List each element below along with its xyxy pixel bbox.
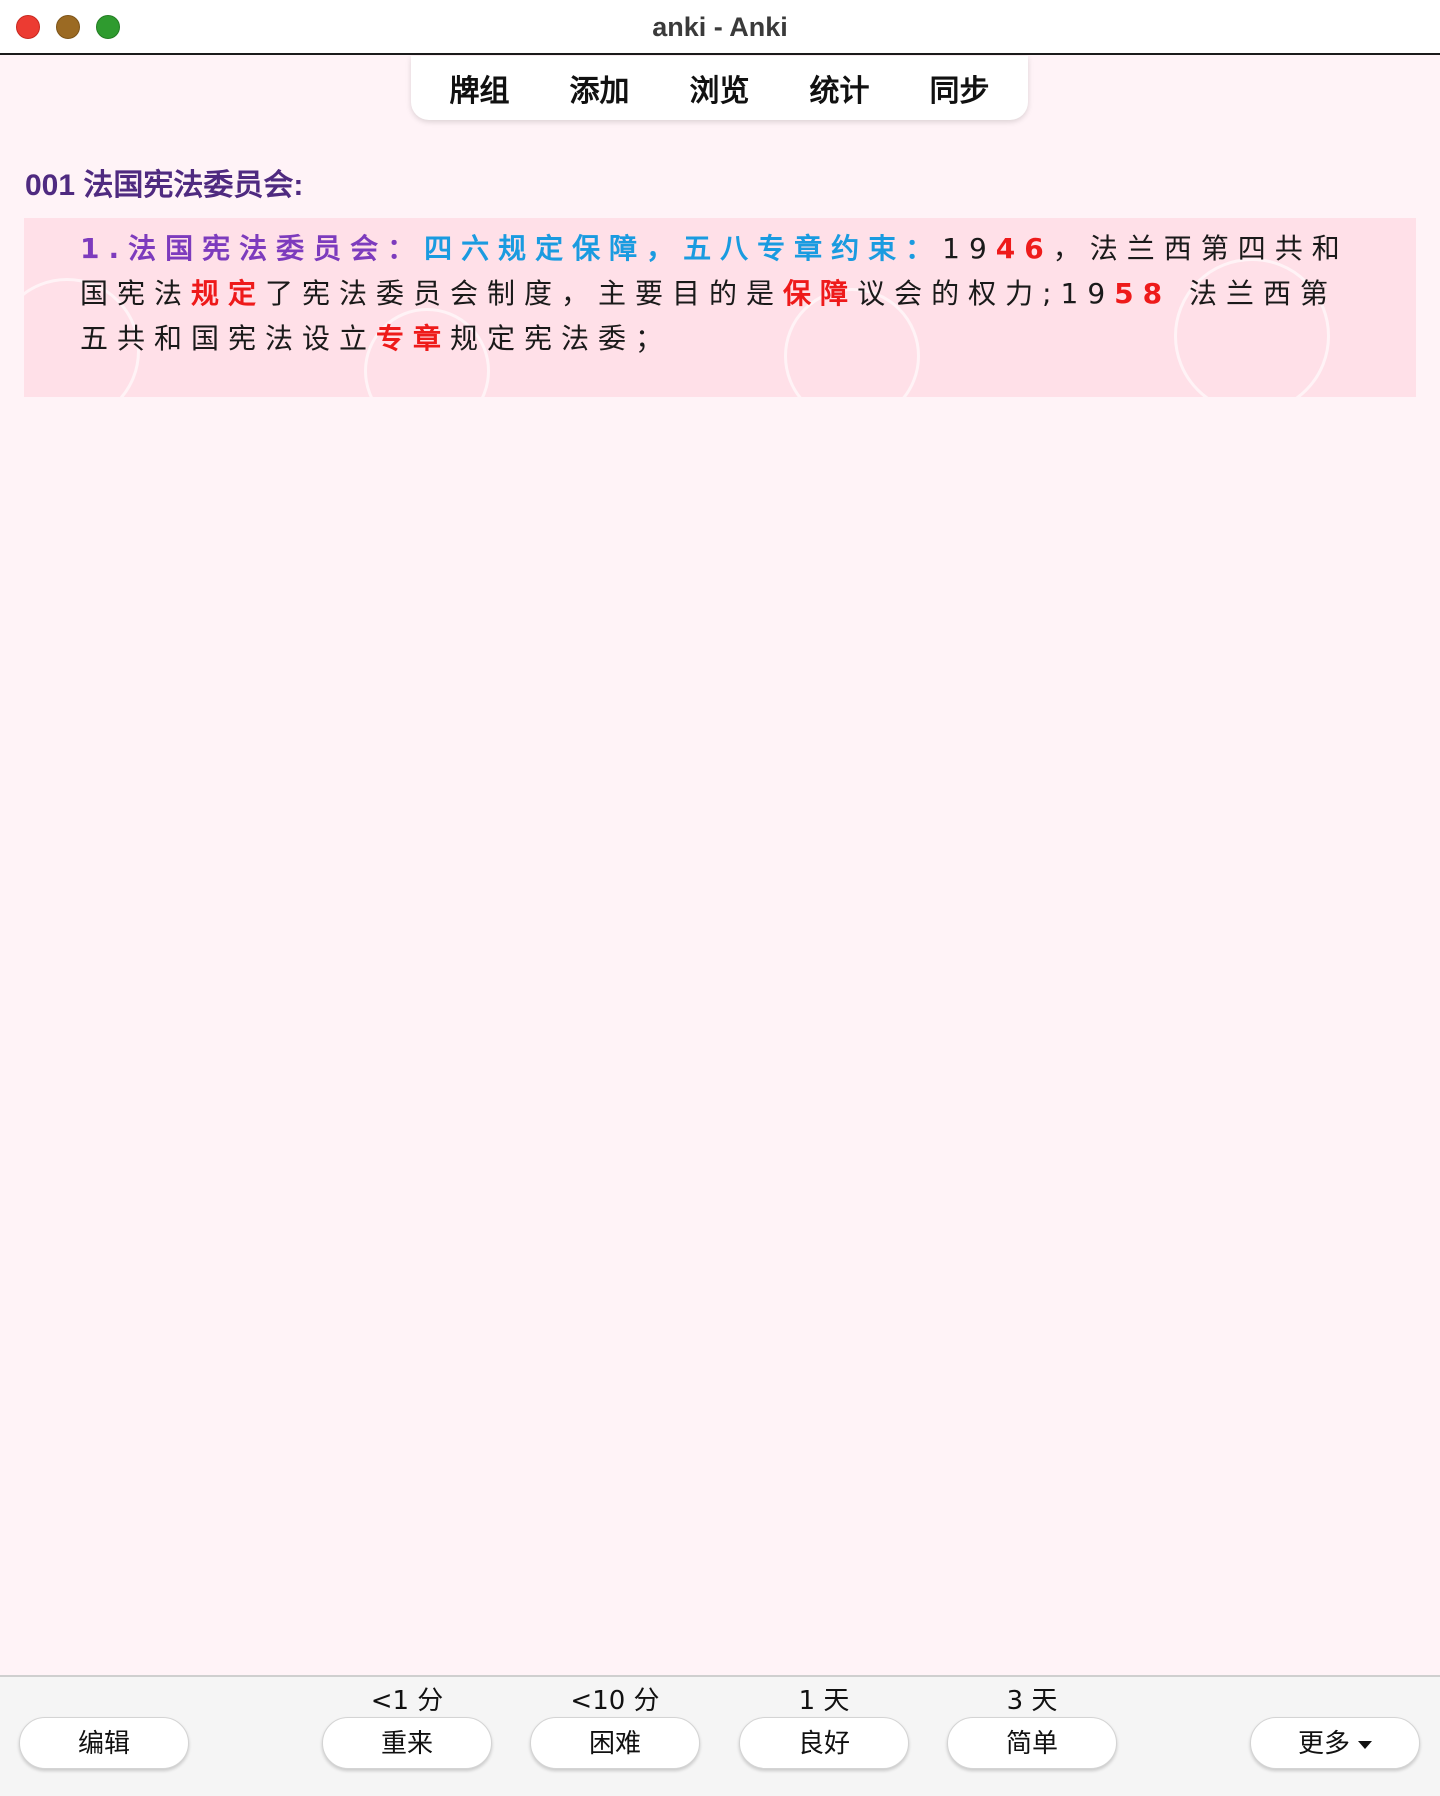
answer-text: 了宪法委员会制度，主要目的是	[265, 277, 784, 310]
answer-highlight: 保障	[783, 277, 858, 310]
answer-highlight: 规定	[191, 277, 266, 310]
more-button-label: 更多	[1297, 1729, 1350, 1759]
chevron-down-icon	[1358, 1740, 1372, 1749]
answer-highlight: 专章	[376, 322, 451, 355]
answer-year-1946-prefix: 19	[942, 232, 996, 265]
edit-button[interactable]: 编辑	[19, 1717, 189, 1769]
good-button[interactable]: 良好	[739, 1717, 909, 1769]
answer-year-1946-suffix: 46	[995, 232, 1053, 265]
again-button[interactable]: 重来	[322, 1717, 492, 1769]
answer-text: 规定宪法委；	[450, 322, 673, 355]
review-bottom-bar	[0, 1675, 1440, 1796]
card-answer-text: 1.法国宪法委员会：四六规定保障，五八专章约束：1946，法兰西第四共和国宪法规…	[80, 226, 1374, 361]
more-button[interactable]: 更多	[1250, 1717, 1420, 1769]
answer-text: 议会的权力;	[857, 277, 1061, 310]
good-interval: 1 天	[798, 1686, 850, 1716]
again-interval: <1 分	[370, 1686, 444, 1716]
answer-key-phrase: 四六规定保障，五八专章约束：	[424, 232, 943, 265]
hard-interval: <10 分	[570, 1686, 660, 1716]
easy-interval: 3 天	[1006, 1686, 1058, 1716]
toolbar-decks[interactable]: 牌组	[420, 66, 540, 110]
window-title: anki - Anki	[652, 12, 788, 42]
toolbar-sync[interactable]: 同步	[900, 66, 1020, 110]
easy-button[interactable]: 简单	[947, 1717, 1117, 1769]
toolbar-browse[interactable]: 浏览	[660, 66, 780, 110]
card-title: 001 法国宪法委员会:	[25, 169, 304, 202]
card-answer-box: 1.法国宪法委员会：四六规定保障，五八专章约束：1946，法兰西第四共和国宪法规…	[24, 218, 1416, 397]
answer-year-1958-prefix: 19	[1060, 277, 1115, 310]
hard-button[interactable]: 困难	[530, 1717, 700, 1769]
main-toolbar: 牌组 添加 浏览 统计 同步	[411, 56, 1028, 120]
answer-heading: 1.法国宪法委员会：	[80, 232, 425, 265]
answer-year-1958-suffix: 58	[1114, 277, 1172, 310]
toolbar-stats[interactable]: 统计	[780, 66, 900, 110]
title-bar: anki - Anki	[0, 0, 1440, 55]
toolbar-add[interactable]: 添加	[540, 66, 660, 110]
